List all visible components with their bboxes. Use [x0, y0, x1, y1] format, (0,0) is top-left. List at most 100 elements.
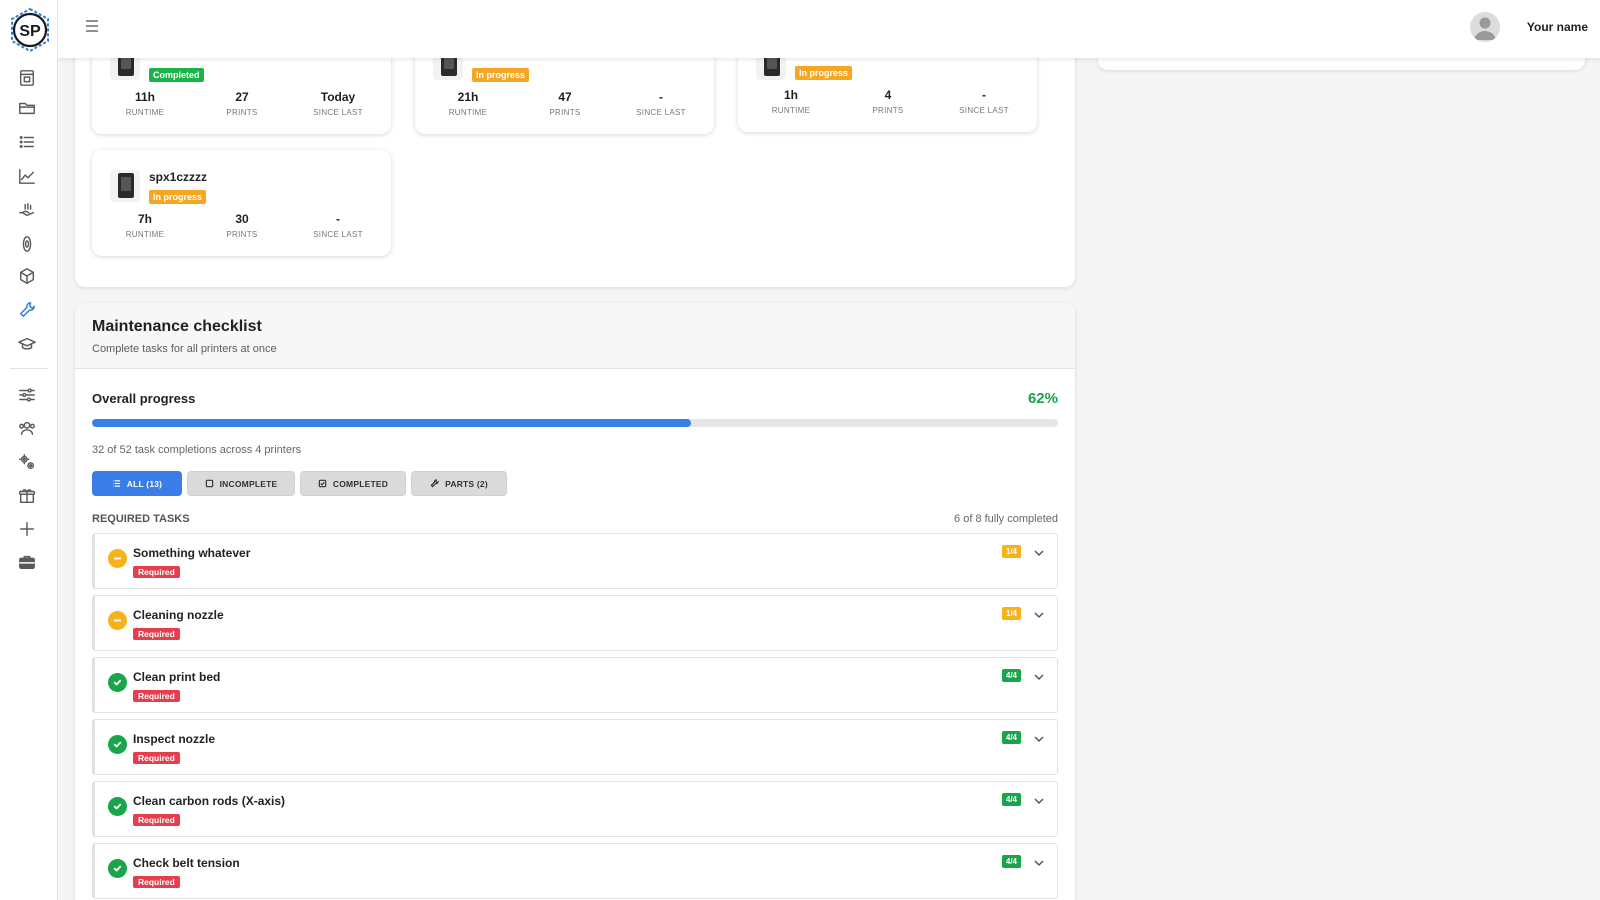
- runtime-stat: 1h RUNTIME: [771, 88, 811, 115]
- task-count-badge: 4/4: [1001, 855, 1021, 868]
- task-row[interactable]: Check belt tension Required 4/4: [92, 843, 1058, 899]
- filter-label: ALL (13): [126, 478, 163, 489]
- since-last-stat: - SINCE LAST: [313, 212, 363, 239]
- logo-text: SP: [19, 23, 41, 40]
- plus-icon[interactable]: [17, 519, 37, 539]
- task-name: Check belt tension: [133, 856, 240, 870]
- graduation-cap-icon[interactable]: [17, 334, 37, 354]
- wrench-icon[interactable]: [17, 300, 37, 320]
- cube-icon[interactable]: [17, 266, 37, 286]
- check-icon: [108, 859, 127, 878]
- overall-progress-percent: 62%: [1027, 390, 1058, 407]
- runtime-stat: 7h RUNTIME: [125, 212, 165, 239]
- filament-icon[interactable]: [17, 234, 37, 254]
- status-badge: Completed: [149, 68, 204, 82]
- chevron-down-icon[interactable]: [1033, 608, 1047, 622]
- maintenance-checklist: Maintenance checklist Complete tasks for…: [75, 303, 1075, 900]
- topbar: Your name: [58, 0, 1600, 58]
- printer-name: spx1czzzz: [149, 170, 208, 184]
- chevron-down-icon[interactable]: [1033, 670, 1047, 684]
- sidebar-divider: [10, 368, 48, 369]
- task-name: Something whatever: [133, 546, 251, 560]
- folder-icon[interactable]: [17, 98, 37, 118]
- brand-logo[interactable]: SP: [7, 7, 53, 53]
- checkbox-empty-icon: [205, 479, 213, 488]
- progress-summary: 32 of 52 task completions across 4 print…: [92, 444, 302, 456]
- check-icon: [108, 797, 127, 816]
- progress-fill: [92, 419, 691, 427]
- sliders-icon[interactable]: [17, 385, 37, 405]
- overall-progress-bar: [92, 419, 1058, 427]
- runtime-stat: 11h RUNTIME: [125, 90, 165, 117]
- task-count-badge: 4/4: [1001, 731, 1021, 744]
- check-icon: [108, 735, 127, 754]
- task-count-badge: 4/4: [1001, 793, 1021, 806]
- filter-all-button[interactable]: ALL (13): [92, 471, 182, 496]
- gears-icon[interactable]: [17, 452, 37, 472]
- menu-icon[interactable]: [84, 18, 104, 38]
- task-row[interactable]: Inspect nozzle Required 4/4: [92, 719, 1058, 775]
- briefcase-icon[interactable]: [17, 552, 37, 572]
- check-icon: [108, 673, 127, 692]
- chevron-down-icon[interactable]: [1033, 732, 1047, 746]
- status-badge: In progress: [795, 66, 853, 80]
- prints-stat: 4 PRINTS: [872, 88, 904, 115]
- sidebar: SP: [0, 0, 58, 900]
- task-count-badge: 1/4: [1001, 545, 1021, 558]
- gift-icon[interactable]: [17, 486, 37, 506]
- status-badge: In progress: [149, 190, 207, 204]
- overall-progress-label: Overall progress: [92, 391, 196, 406]
- prints-stat: 27 PRINTS: [226, 90, 258, 117]
- list-icon: [112, 480, 120, 487]
- required-tasks-count: 6 of 8 fully completed: [954, 513, 1058, 525]
- required-badge: Required: [133, 814, 180, 826]
- hand-icon[interactable]: [17, 200, 37, 220]
- required-badge: Required: [133, 566, 180, 578]
- required-badge: Required: [133, 752, 180, 764]
- task-row[interactable]: Cleaning nozzle Required 1/4: [92, 595, 1058, 651]
- minus-icon: [108, 549, 127, 568]
- required-badge: Required: [133, 690, 180, 702]
- checklist-subtitle: Complete tasks for all printers at once: [92, 343, 277, 355]
- task-row[interactable]: Clean print bed Required 4/4: [92, 657, 1058, 713]
- required-tasks-heading: REQUIRED TASKS: [92, 513, 190, 525]
- list-icon[interactable]: [17, 132, 37, 152]
- printers-panel: Completed 11h RUNTIME 27 PRINTS Today SINCE…: [75, 28, 1075, 287]
- chevron-down-icon[interactable]: [1033, 546, 1047, 560]
- checklist-header: Maintenance checklist Complete tasks for…: [75, 303, 1075, 369]
- status-badge: In progress: [472, 68, 530, 82]
- task-name: Cleaning nozzle: [133, 608, 224, 622]
- checkbox-checked-icon: [318, 479, 327, 488]
- printer-icon[interactable]: [17, 68, 37, 88]
- task-row[interactable]: Clean carbon rods (X-axis) Required 4/4: [92, 781, 1058, 837]
- filter-label: COMPLETED: [332, 478, 389, 489]
- runtime-stat: 21h RUNTIME: [448, 90, 488, 117]
- filter-incomplete-button[interactable]: INCOMPLETE: [187, 471, 295, 496]
- task-count-badge: 4/4: [1001, 669, 1021, 682]
- filter-completed-button[interactable]: COMPLETED: [300, 471, 406, 496]
- user-name[interactable]: Your name: [1527, 20, 1588, 34]
- since-last-stat: - SINCE LAST: [959, 88, 1009, 115]
- prints-stat: 47 PRINTS: [549, 90, 581, 117]
- task-name: Inspect nozzle: [133, 732, 216, 746]
- chart-icon[interactable]: [17, 166, 37, 186]
- avatar[interactable]: [1470, 12, 1500, 42]
- printer-card[interactable]: spx1czzzz In progress 7h RUNTIME 30 PRINTS…: [92, 150, 391, 256]
- chevron-down-icon[interactable]: [1033, 794, 1047, 808]
- required-badge: Required: [133, 628, 180, 640]
- checklist-title: Maintenance checklist: [92, 318, 262, 335]
- since-last-stat: Today SINCE LAST: [313, 90, 363, 117]
- task-name: Clean carbon rods (X-axis): [133, 794, 286, 808]
- filter-label: PARTS (2): [445, 478, 488, 489]
- task-name: Clean print bed: [133, 670, 221, 684]
- users-icon[interactable]: [17, 418, 37, 438]
- chevron-down-icon[interactable]: [1033, 856, 1047, 870]
- wrench-icon: [430, 479, 439, 488]
- task-count-badge: 1/4: [1001, 607, 1021, 620]
- minus-icon: [108, 611, 127, 630]
- prints-stat: 30 PRINTS: [226, 212, 258, 239]
- task-row[interactable]: Something whatever Required 1/4: [92, 533, 1058, 589]
- filter-parts-button[interactable]: PARTS (2): [411, 471, 507, 496]
- since-last-stat: - SINCE LAST: [636, 90, 686, 117]
- printer-image: [110, 170, 140, 202]
